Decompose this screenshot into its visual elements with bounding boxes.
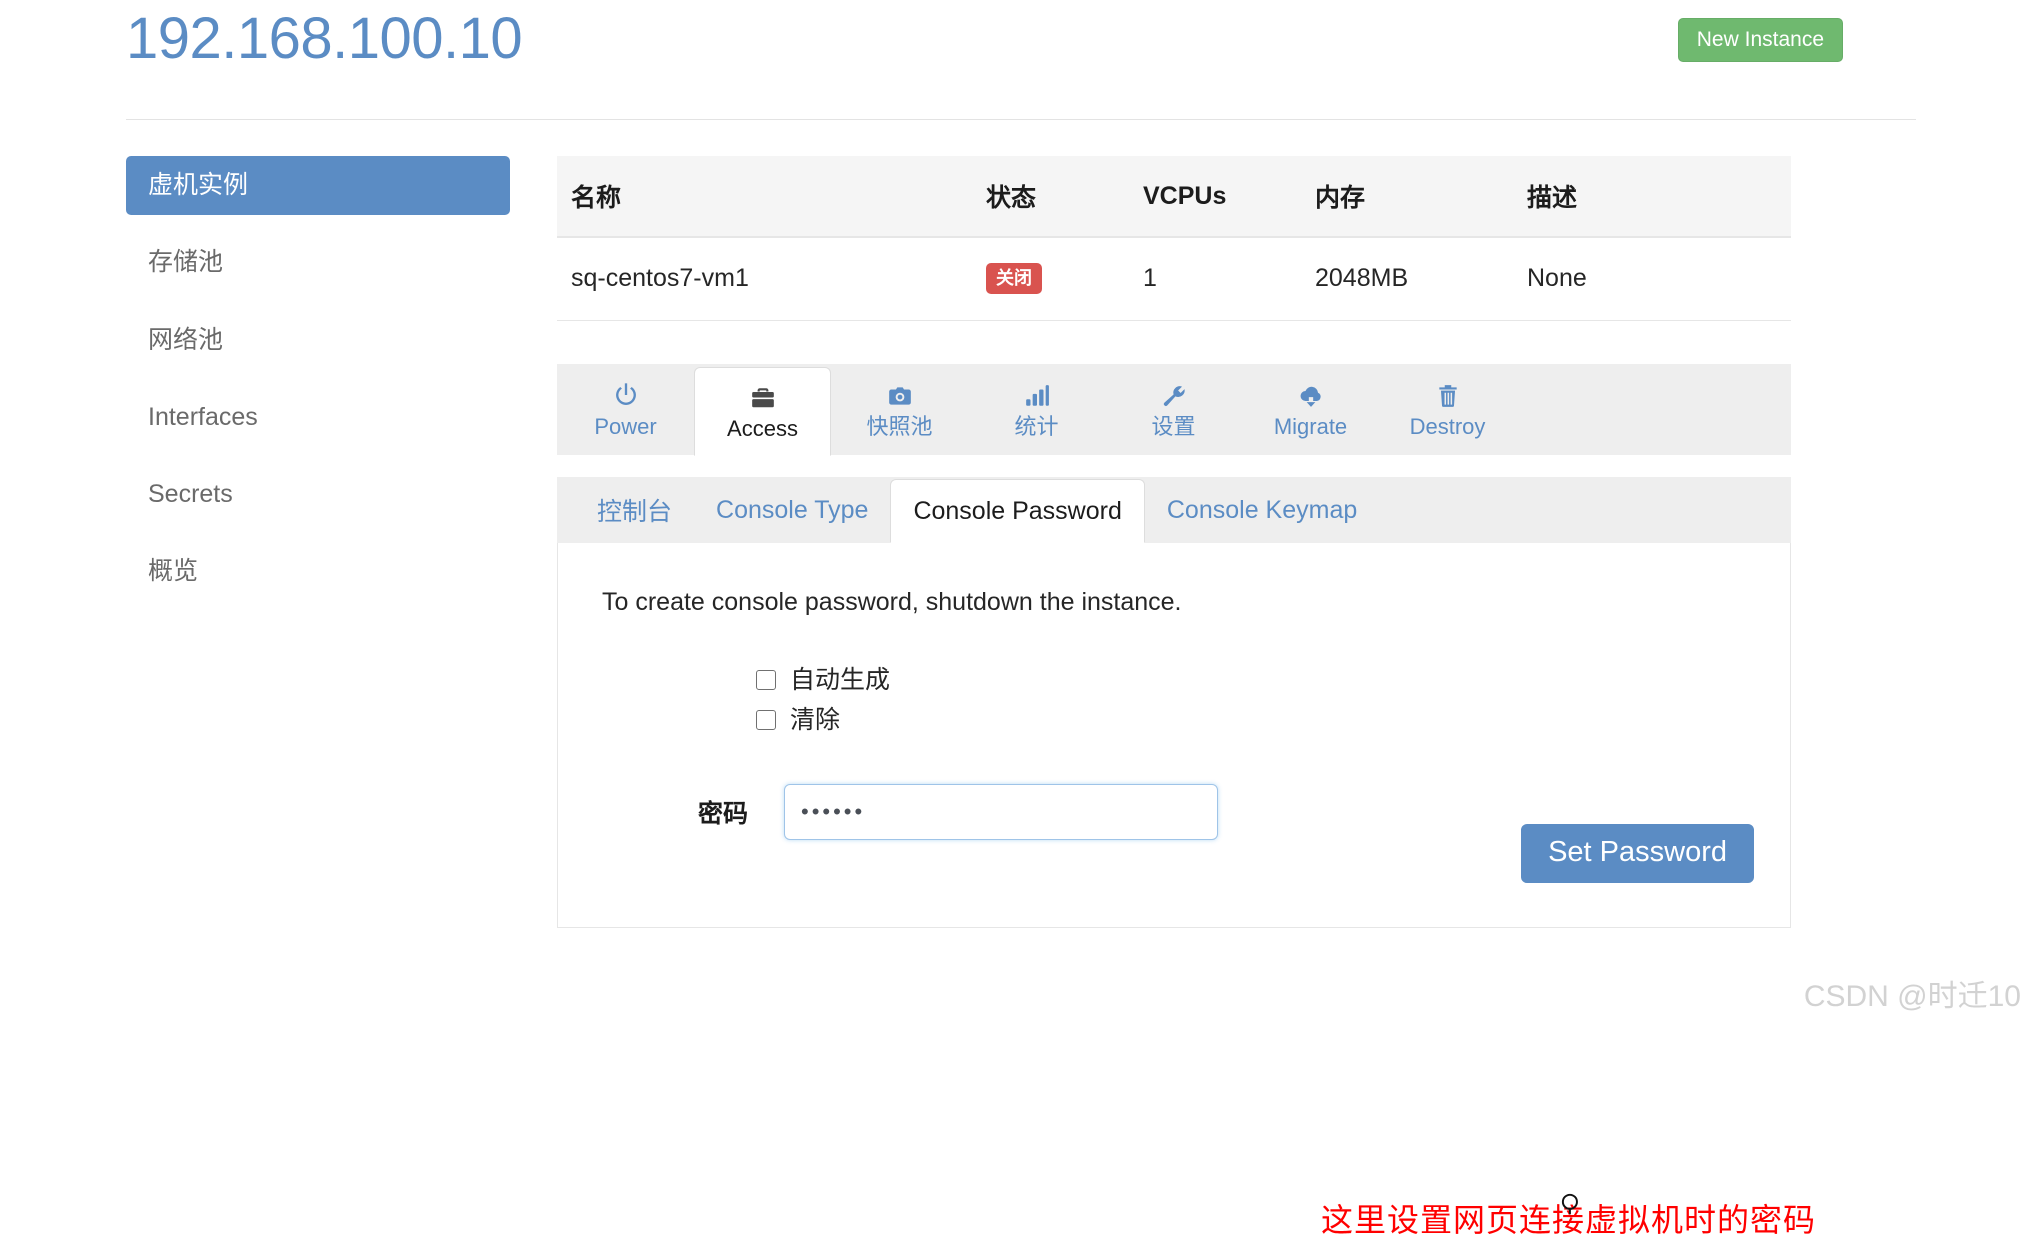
tab-snapshots-label: 快照池 — [866, 414, 933, 440]
sidebar-item-instances[interactable]: 虚机实例 — [126, 156, 510, 216]
page-title: 192.168.100.10 — [126, 6, 523, 71]
power-icon — [612, 379, 640, 409]
form-notice: To create console password, shutdown the… — [602, 588, 1182, 616]
new-instance-button[interactable]: New Instance — [1677, 18, 1843, 62]
header-divider — [126, 119, 1916, 120]
instance-table: 名称 状态 VCPUs 内存 描述 sq-centos7-vm1 关闭 1 20… — [557, 156, 1791, 321]
access-panel: 控制台 Console Type Console Password Consol… — [557, 477, 1815, 1238]
auto-generate-label: 自动生成 — [790, 665, 891, 694]
action-tab-bar: Power Access 快照池 统计 设置 Migrate Destroy — [557, 364, 1791, 456]
auto-generate-checkbox[interactable] — [756, 670, 776, 690]
clear-row: 清除 — [756, 700, 1790, 740]
sidebar-item-storage-pool[interactable]: 存储池 — [126, 233, 510, 292]
sidebar-item-overview[interactable]: 概览 — [126, 542, 510, 601]
sidebar-item-secrets[interactable]: Secrets — [126, 465, 510, 524]
sidebar-item-interfaces[interactable]: Interfaces — [126, 388, 510, 447]
camera-icon — [886, 379, 914, 409]
cloud-download-icon — [1296, 379, 1326, 409]
subtab-console-type[interactable]: Console Type — [694, 477, 890, 543]
subtab-console[interactable]: 控制台 — [575, 477, 694, 543]
cell-vcpus: 1 — [1129, 237, 1301, 321]
tab-power[interactable]: Power — [557, 364, 694, 455]
set-password-button[interactable]: Set Password — [1521, 824, 1754, 883]
clear-checkbox[interactable] — [756, 710, 776, 730]
column-header-desc: 描述 — [1513, 156, 1791, 238]
main-content: 名称 状态 VCPUs 内存 描述 sq-centos7-vm1 关闭 1 20… — [557, 156, 1815, 1238]
status-badge: 关闭 — [986, 263, 1042, 294]
page-header: 192.168.100.10 New Instance — [0, 0, 2031, 120]
subtab-console-password[interactable]: Console Password — [890, 479, 1145, 543]
cell-state: 关闭 — [972, 237, 1129, 321]
password-label: 密码 — [697, 800, 748, 828]
briefcase-icon — [749, 381, 777, 411]
column-header-state: 状态 — [972, 156, 1129, 238]
tab-migrate-label: Migrate — [1273, 414, 1348, 440]
cell-memory: 2048MB — [1301, 237, 1513, 321]
tab-statistics-label: 统计 — [1014, 414, 1059, 440]
tab-access[interactable]: Access — [694, 367, 831, 456]
console-password-form: To create console password, shutdown the… — [557, 543, 1815, 1238]
tab-destroy-label: Destroy — [1409, 414, 1486, 440]
table-header-row: 名称 状态 VCPUs 内存 描述 — [557, 156, 1791, 238]
sidebar: 虚机实例 存储池 网络池 Interfaces Secrets 概览 — [126, 156, 510, 620]
watermark: CSDN @时迁10 — [1803, 980, 2021, 1013]
subtab-console-keymap[interactable]: Console Keymap — [1145, 477, 1379, 543]
tab-snapshots[interactable]: 快照池 — [831, 364, 968, 455]
password-input[interactable] — [784, 784, 1218, 840]
tab-statistics[interactable]: 统计 — [968, 364, 1105, 455]
table-row[interactable]: sq-centos7-vm1 关闭 1 2048MB None — [557, 237, 1791, 321]
column-header-vcpus: VCPUs — [1129, 156, 1301, 238]
trash-icon — [1435, 379, 1461, 409]
magnifier-cursor-icon — [1558, 1191, 1584, 1217]
auto-generate-row: 自动生成 — [756, 660, 1790, 700]
tab-access-label: Access — [727, 416, 798, 442]
tab-settings[interactable]: 设置 — [1105, 364, 1242, 455]
cell-instance-name[interactable]: sq-centos7-vm1 — [557, 237, 972, 321]
column-header-memory: 内存 — [1301, 156, 1513, 238]
wrench-icon — [1160, 379, 1188, 409]
cell-description: None — [1513, 237, 1791, 321]
clear-label: 清除 — [790, 705, 841, 734]
tab-destroy[interactable]: Destroy — [1379, 364, 1516, 455]
tab-settings-label: 设置 — [1151, 414, 1196, 440]
sidebar-item-network-pool[interactable]: 网络池 — [126, 311, 510, 370]
column-header-name: 名称 — [557, 156, 972, 238]
tab-migrate[interactable]: Migrate — [1242, 364, 1379, 455]
bar-chart-icon — [1023, 379, 1051, 409]
tab-power-label: Power — [594, 414, 657, 440]
console-sub-tab-bar: 控制台 Console Type Console Password Consol… — [557, 477, 1791, 543]
